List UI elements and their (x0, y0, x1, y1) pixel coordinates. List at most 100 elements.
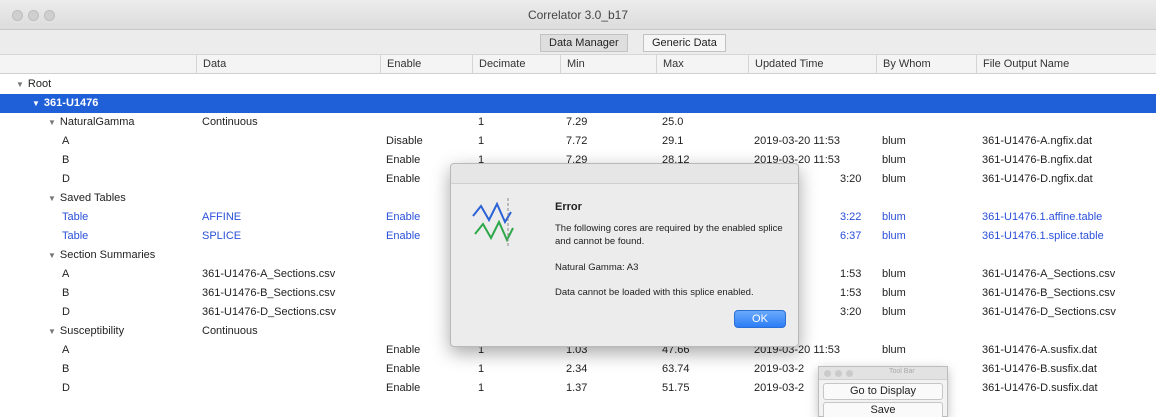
table-row[interactable]: B Enable 1 2.34 63.74 2019-03-2 361-U147… (0, 360, 1156, 379)
cell-by-whom: blum (882, 268, 906, 280)
column-header-by-whom[interactable]: By Whom (876, 55, 976, 74)
cell-decimate: 1 (478, 135, 485, 147)
cell-enable[interactable]: Enable (386, 151, 420, 170)
cell-file-output: 361-U1476-B.ngfix.dat (982, 154, 1093, 166)
cell-data: 361-U1476-B_Sections.csv (202, 287, 336, 299)
cell-hole: D (62, 306, 70, 318)
cell-hole: B (62, 287, 70, 299)
cell-hole: A (62, 268, 70, 280)
cell-by-whom: blum (882, 154, 906, 166)
close-window-icon[interactable] (824, 370, 831, 377)
cell-by-whom: blum (882, 230, 906, 242)
cell-file-output: 361-U1476-B_Sections.csv (982, 287, 1116, 299)
cell-updated-time: 2019-03-2 (754, 382, 805, 394)
cell-by-whom: blum (882, 135, 906, 147)
cell-by-whom: blum (882, 211, 906, 223)
dialog-note: Data cannot be loaded with this splice e… (555, 287, 754, 298)
disclosure-triangle-icon[interactable]: ▼ (48, 251, 56, 260)
cell-data: Continuous (202, 116, 258, 128)
cell-enable[interactable]: Enable (386, 208, 420, 227)
dialog-title: Error (555, 201, 582, 213)
cell-min: 7.29 (566, 116, 588, 128)
table-row[interactable]: D Enable 1 1.37 51.75 2019-03-2 361-U147… (0, 379, 1156, 398)
tree-node-site: ▼ 361-U1476 (32, 97, 99, 109)
zoom-window-icon[interactable] (846, 370, 853, 377)
window-title: Correlator 3.0_b17 (527, 8, 629, 22)
tree-row-root[interactable]: ▼ Root (0, 75, 1156, 94)
cell-file-output: 361-U1476-D.susfix.dat (982, 382, 1098, 394)
cell-data: SPLICE (202, 230, 242, 242)
column-header-max[interactable]: Max (656, 55, 748, 74)
dialog-titlebar[interactable] (451, 164, 798, 184)
column-header-min[interactable]: Min (560, 55, 656, 74)
cell-file-output: 361-U1476-B.susfix.dat (982, 363, 1097, 375)
cell-enable[interactable]: Enable (386, 360, 420, 379)
cell-file-output: 361-U1476-A.ngfix.dat (982, 135, 1093, 147)
cell-decimate: 1 (478, 363, 485, 375)
column-header-file-output[interactable]: File Output Name (976, 55, 1156, 74)
cell-hole: D (62, 382, 70, 394)
correlator-logo-icon (472, 198, 514, 246)
tool-bar-title: Tool Bar (889, 368, 915, 375)
table-row[interactable]: A Disable 1 7.72 29.1 2019-03-20 11:53 b… (0, 132, 1156, 151)
column-header-tree[interactable] (0, 55, 196, 74)
cell-by-whom: blum (882, 173, 906, 185)
tool-bar-window: Tool Bar Go to Display Save (818, 366, 948, 417)
column-header-enable[interactable]: Enable (380, 55, 472, 74)
cell-updated-time: 1:53 (840, 287, 862, 299)
ok-button[interactable]: OK (734, 310, 786, 328)
cell-max: 29.1 (662, 135, 684, 147)
cell-file-output: 361-U1476-D_Sections.csv (982, 306, 1116, 318)
tree-node-root: ▼ Root (16, 78, 52, 90)
cell-enable[interactable]: Enable (386, 227, 420, 246)
cell-file-output: 361-U1476.1.splice.table (982, 230, 1104, 242)
tab-generic-data[interactable]: Generic Data (643, 34, 726, 52)
cell-file-output: 361-U1476-D.ngfix.dat (982, 173, 1093, 185)
cell-updated-time: 6:37 (840, 230, 862, 242)
cell-by-whom: blum (882, 287, 906, 299)
cell-updated-time: 3:22 (840, 211, 862, 223)
minimize-window-icon[interactable] (835, 370, 842, 377)
cell-data: AFFINE (202, 211, 242, 223)
column-header-decimate[interactable]: Decimate (472, 55, 560, 74)
cell-file-output: 361-U1476-A.susfix.dat (982, 344, 1097, 356)
cell-file-output: 361-U1476.1.affine.table (982, 211, 1103, 223)
tree-node-saved-tables: ▼ Saved Tables (48, 192, 126, 204)
cell-min: 7.72 (566, 135, 588, 147)
cell-enable[interactable]: Enable (386, 341, 420, 360)
cell-hole: A (62, 344, 70, 356)
cell-max: 25.0 (662, 116, 684, 128)
cell-enable[interactable]: Enable (386, 379, 420, 398)
disclosure-triangle-icon[interactable]: ▼ (48, 118, 56, 127)
cell-data: 361-U1476-A_Sections.csv (202, 268, 336, 280)
window-titlebar: Correlator 3.0_b17 (0, 0, 1156, 30)
cell-data: Continuous (202, 325, 258, 337)
cell-decimate: 1 (478, 116, 485, 128)
cell-max: 63.74 (662, 363, 690, 375)
tool-bar-titlebar[interactable]: Tool Bar (819, 367, 947, 380)
cell-hole: B (62, 363, 70, 375)
tree-node-naturalgamma: ▼ NaturalGamma (48, 116, 135, 128)
cell-updated-time: 2019-03-20 11:53 (754, 135, 841, 147)
cell-updated-time: 2019-03-2 (754, 363, 805, 375)
save-button[interactable]: Save (823, 402, 943, 417)
cell-enable[interactable]: Enable (386, 170, 420, 189)
cell-by-whom: blum (882, 306, 906, 318)
cell-hole: D (62, 173, 70, 185)
tree-node-susceptibility: ▼ Susceptibility (48, 325, 125, 337)
tree-row-naturalgamma[interactable]: ▼ NaturalGamma Continuous 1 7.29 25.0 (0, 113, 1156, 132)
tree-row-site[interactable]: ▼ 361-U1476 (0, 94, 1156, 113)
disclosure-triangle-icon[interactable]: ▼ (48, 327, 56, 336)
tab-data-manager[interactable]: Data Manager (540, 34, 628, 52)
tree-node-section-summaries: ▼ Section Summaries (48, 249, 156, 261)
column-header-updated-time[interactable]: Updated Time (748, 55, 876, 74)
cell-enable[interactable]: Disable (386, 132, 423, 151)
cell-min: 2.34 (566, 363, 588, 375)
disclosure-triangle-icon[interactable]: ▼ (32, 99, 40, 108)
disclosure-triangle-icon[interactable]: ▼ (16, 80, 24, 89)
go-to-display-button[interactable]: Go to Display (823, 383, 943, 400)
disclosure-triangle-icon[interactable]: ▼ (48, 194, 56, 203)
cell-decimate: 1 (478, 382, 485, 394)
column-header-data[interactable]: Data (196, 55, 380, 74)
dialog-detail: Natural Gamma: A3 (555, 262, 639, 273)
